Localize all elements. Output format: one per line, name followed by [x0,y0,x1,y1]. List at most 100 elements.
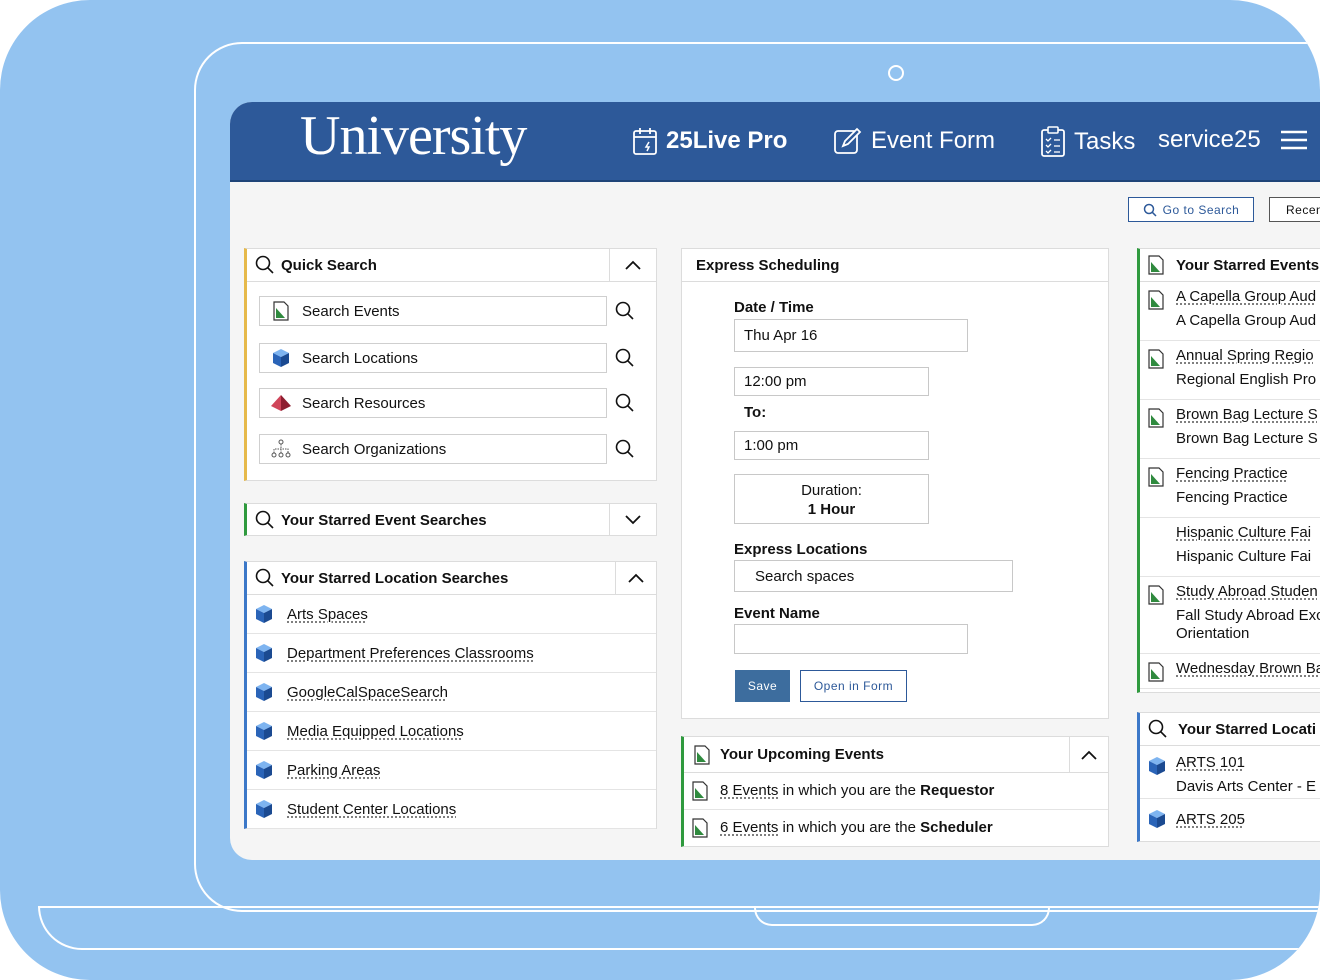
event-count-link[interactable]: 8 Events [720,782,778,799]
event-count-link[interactable]: 6 Events [720,819,778,836]
calendar-icon [633,128,657,155]
starred-event-link[interactable]: Annual Spring Regio [1176,347,1314,364]
starred-event-link[interactable]: Brown Bag Lecture S [1176,406,1318,423]
search-icon[interactable] [615,439,635,459]
nav-25live-pro[interactable]: 25Live Pro [632,126,787,156]
starred-locations-header: Your Starred Locati [1140,713,1320,746]
search-events-row: Search Events [259,296,643,326]
laptop-notch [754,906,1050,926]
search-icon [255,568,274,587]
recent-label: Recen [1286,202,1320,217]
hamburger-menu-icon[interactable] [1279,128,1309,152]
event-icon [1148,349,1164,369]
starred-event-row: Brown Bag Lecture S Brown Bag Lecture S [1140,400,1320,459]
university-logo[interactable]: University [300,104,527,168]
search-resources-label: Search Resources [302,394,426,412]
event-name-input[interactable] [734,624,968,654]
search-icon[interactable] [615,393,635,413]
nav-event-form[interactable]: Event Form [833,126,995,156]
search-organizations-label: Search Organizations [302,440,447,458]
nav-user-menu[interactable]: service25 [1158,126,1309,154]
search-spaces-input[interactable]: Search spaces [734,560,1013,592]
upcoming-events-panel: Your Upcoming Events 8 Events in which y… [681,736,1109,847]
nav-event-form-label: Event Form [871,127,996,154]
location-search-item[interactable]: Student Center Locations [247,790,656,829]
starred-event-row: Wednesday Brown Ba [1140,654,1320,689]
starred-event-sub: Brown Bag Lecture S [1176,430,1318,447]
quick-search-header: Quick Search [247,249,656,282]
location-search-label[interactable]: Arts Spaces [287,606,368,623]
upcoming-row-requestor: 8 Events in which you are the Requestor [684,773,1108,810]
event-name-label: Event Name [734,605,820,622]
search-resources-field[interactable]: Search Resources [259,388,607,418]
location-search-item[interactable]: Media Equipped Locations [247,712,656,751]
starred-location-sub: Davis Arts Center - E [1176,778,1317,795]
chevron-up-icon [625,260,641,270]
location-cube-icon [256,683,272,701]
starred-event-sub2: Orientation [1176,625,1250,642]
search-locations-field[interactable]: Search Locations [259,343,607,373]
expand-button[interactable] [609,504,656,536]
upcoming-row-middle: in which you are the [782,819,916,836]
starred-location-link[interactable]: ARTS 205 [1176,811,1245,828]
location-search-item[interactable]: Arts Spaces [247,595,656,634]
upcoming-row-role: Scheduler [920,819,993,836]
starred-event-link[interactable]: Hispanic Culture Fai [1176,524,1311,541]
starred-event-link[interactable]: Fencing Practice [1176,465,1288,482]
location-search-item[interactable]: Parking Areas [247,751,656,790]
go-to-search-button[interactable]: Go to Search [1128,197,1254,222]
starred-event-link[interactable]: Wednesday Brown Ba [1176,660,1320,677]
starred-event-sub: Fall Study Abroad Exc [1176,607,1320,624]
starred-event-row: Study Abroad Studen Fall Study Abroad Exc… [1140,577,1320,654]
event-icon [692,781,708,801]
camera-icon [888,65,904,81]
search-icon[interactable] [615,348,635,368]
location-search-label[interactable]: Department Preferences Classrooms [287,645,534,662]
nav-tasks[interactable]: Tasks [1040,126,1135,158]
collapse-button[interactable] [1069,737,1108,772]
recent-button[interactable]: Recen [1269,197,1320,222]
search-organizations-field[interactable]: Search Organizations [259,434,607,464]
location-search-label[interactable]: Parking Areas [287,762,380,779]
event-icon [1148,662,1164,682]
search-icon [255,255,274,274]
edit-form-icon [834,127,862,154]
to-label: To: [744,404,767,421]
open-in-form-button[interactable]: Open in Form [800,670,907,702]
date-field[interactable]: Thu Apr 16 [734,319,968,352]
location-search-label[interactable]: Student Center Locations [287,801,456,818]
event-icon [1148,255,1164,275]
upcoming-row-text: 6 Events in which you are the Scheduler [720,819,993,836]
search-events-field[interactable]: Search Events [259,296,607,326]
location-search-item[interactable]: Department Preferences Classrooms [247,634,656,673]
express-locations-label: Express Locations [734,541,868,558]
upcoming-events-header: Your Upcoming Events [684,737,1108,773]
collapse-button[interactable] [609,249,656,281]
starred-event-sub: A Capella Group Aud [1176,312,1317,329]
location-cube-icon [1149,757,1165,775]
search-organizations-row: Search Organizations [259,434,643,464]
end-time-field[interactable]: 1:00 pm [734,431,929,460]
location-cube-icon [256,644,272,662]
location-search-item[interactable]: GoogleCalSpaceSearch [247,673,656,712]
upcoming-events-title: Your Upcoming Events [720,746,884,763]
quick-search-panel: Quick Search Search Events Search Locati… [244,248,657,481]
starred-location-link[interactable]: ARTS 101 [1176,754,1245,771]
starred-location-searches-title: Your Starred Location Searches [281,569,509,587]
starred-event-searches-header[interactable]: Your Starred Event Searches [247,504,656,536]
starred-event-link[interactable]: A Capella Group Aud [1176,288,1316,305]
starred-event-sub: Hispanic Culture Fai [1176,548,1312,565]
go-to-search-label: Go to Search [1162,202,1240,217]
search-locations-label: Search Locations [302,349,418,367]
clipboard-icon [1041,126,1065,157]
location-search-label[interactable]: GoogleCalSpaceSearch [287,684,448,701]
collapse-button[interactable] [615,562,656,594]
event-icon [1148,408,1164,428]
location-search-label[interactable]: Media Equipped Locations [287,723,464,740]
save-button[interactable]: Save [735,670,790,702]
search-icon[interactable] [615,301,635,321]
starred-event-searches-title: Your Starred Event Searches [281,511,487,529]
start-time-field[interactable]: 12:00 pm [734,367,929,396]
starred-event-link[interactable]: Study Abroad Studen [1176,583,1318,600]
location-cube-icon [256,800,272,818]
